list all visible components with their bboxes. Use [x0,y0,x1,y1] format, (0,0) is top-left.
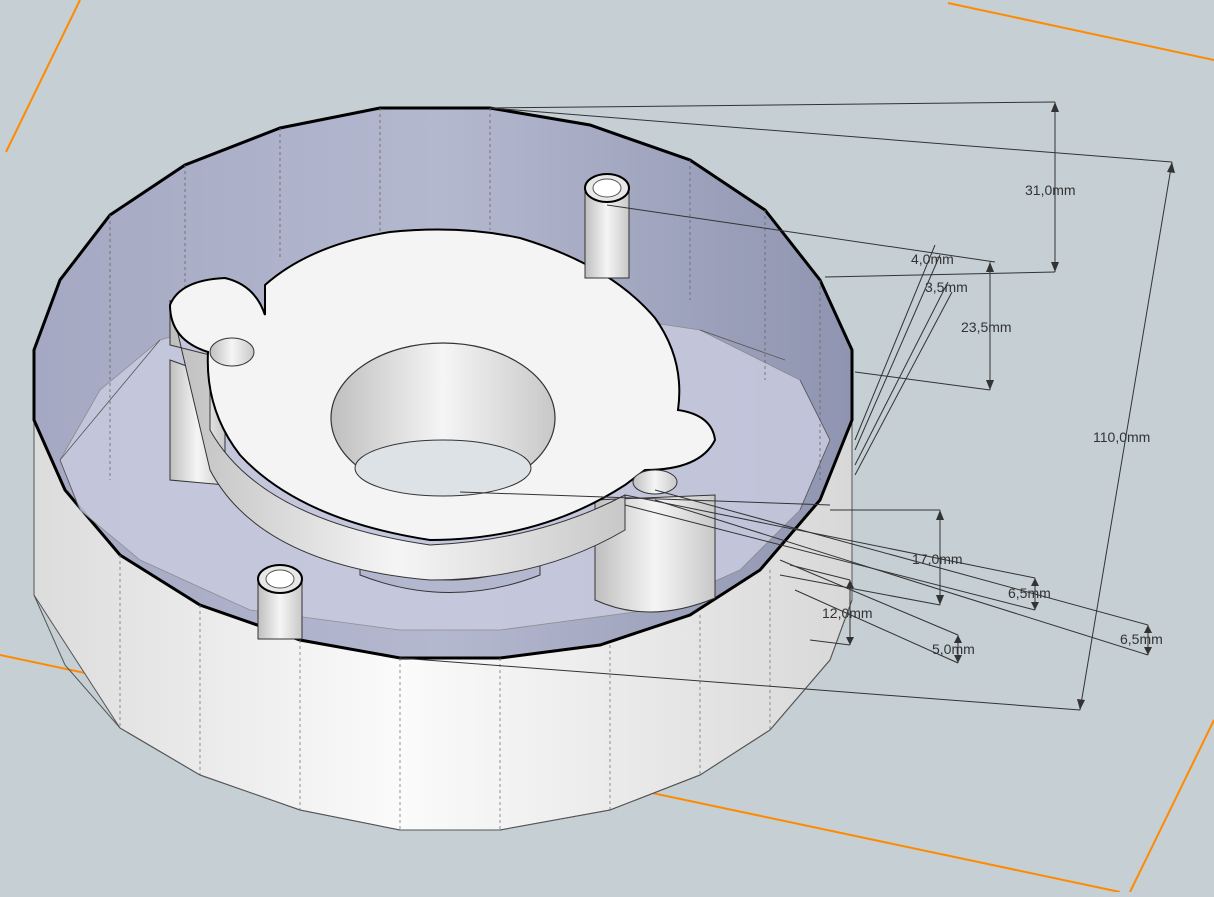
dimension-label-17: 17,0mm [912,551,963,567]
model-canvas[interactable]: 31,0mm 4,0mm 3,5mm 23,5mm 110,0mm 17,0mm… [0,0,1214,893]
dimension-label-23-5: 23,5mm [961,319,1012,335]
dimension-label-6-5-b: 6,5mm [1120,631,1163,647]
dimension-label-31: 31,0mm [1025,182,1076,198]
pin-back [584,173,630,279]
dimension-label-110: 110,0mm [1093,429,1150,445]
dimension-labels: 31,0mm 4,0mm 3,5mm 23,5mm 110,0mm 17,0mm… [822,182,1163,657]
model-viewport[interactable]: 31,0mm 4,0mm 3,5mm 23,5mm 110,0mm 17,0mm… [0,0,1214,893]
dimension-label-4: 4,0mm [911,251,954,267]
plate-hole-left [209,337,255,367]
central-bore-bottom [354,439,532,497]
dimension-label-3-5: 3,5mm [925,279,968,295]
dimension-label-6-5-a: 6,5mm [1008,585,1051,601]
pin-front [257,564,303,640]
dimension-label-12: 12,0mm [822,605,873,621]
dimension-label-5: 5,0mm [932,641,975,657]
